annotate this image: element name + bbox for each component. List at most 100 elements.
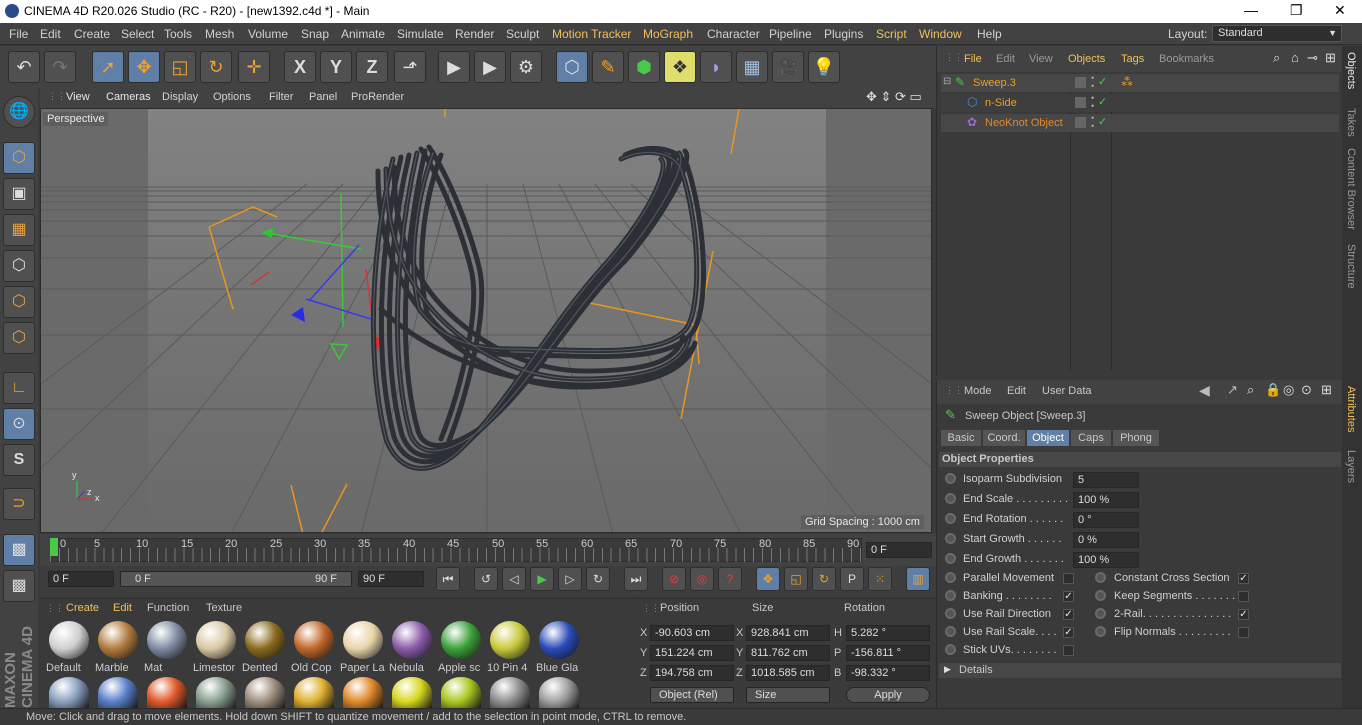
material-swatch[interactable]: Marble xyxy=(95,619,141,675)
right-tab-takes[interactable]: Takes xyxy=(1345,108,1357,137)
maximize-button[interactable]: ❐ xyxy=(1290,2,1303,19)
menu-volume[interactable]: Volume xyxy=(248,27,288,41)
up-arrow-icon[interactable]: ↗ xyxy=(1227,382,1238,398)
x-axis-lock-icon[interactable]: X xyxy=(284,51,316,83)
menu-pipeline[interactable]: Pipeline xyxy=(769,27,812,41)
lock-icon[interactable]: 🔒 xyxy=(1265,382,1281,398)
autokey-icon[interactable]: ◎ xyxy=(690,567,714,591)
animate-dot-icon[interactable] xyxy=(945,644,956,655)
mat-menu-texture[interactable]: Texture xyxy=(206,602,242,614)
go-to-start-icon[interactable]: ⏮ xyxy=(436,567,460,591)
rotation-h-field[interactable]: 5.282 ° xyxy=(846,625,930,641)
material-swatch[interactable]: Dented xyxy=(242,619,288,675)
material-swatch[interactable] xyxy=(147,677,187,709)
animate-dot-icon[interactable] xyxy=(1095,572,1106,583)
property-value-field[interactable]: 100 % xyxy=(1073,552,1139,568)
menu-edit[interactable]: Edit xyxy=(40,27,61,41)
material-swatch[interactable]: Old Cop xyxy=(291,619,337,675)
close-button[interactable]: ✕ xyxy=(1334,2,1346,19)
material-swatch[interactable]: Limestor xyxy=(193,619,239,675)
play-icon[interactable]: ▶ xyxy=(530,567,554,591)
animate-dot-icon[interactable] xyxy=(945,513,956,524)
move-tool-icon[interactable]: ✥ xyxy=(128,51,160,83)
right-tab-attributes[interactable]: Attributes xyxy=(1345,386,1357,432)
attr-new-window-icon[interactable]: ⊞ xyxy=(1321,382,1332,398)
cube-object-icon[interactable]: ⬡ xyxy=(556,51,588,83)
animate-dot-icon[interactable] xyxy=(945,590,956,601)
menu-help[interactable]: Help xyxy=(977,27,1002,41)
menu-window[interactable]: Window xyxy=(919,27,962,41)
mat-menu-edit[interactable]: Edit xyxy=(113,602,132,614)
checkbox[interactable]: ✓ xyxy=(1238,573,1249,584)
details-section[interactable]: ▶ Details xyxy=(939,663,1341,678)
menu-plugins[interactable]: Plugins xyxy=(824,27,863,41)
animate-dot-icon[interactable] xyxy=(945,608,956,619)
mat-menu-function[interactable]: Function xyxy=(147,602,189,614)
material-swatch[interactable] xyxy=(539,677,579,709)
visibility-dots-icon[interactable]: • • xyxy=(1091,94,1094,111)
position-y-field[interactable]: 151.224 cm xyxy=(650,645,734,661)
menu-select[interactable]: Select xyxy=(121,27,154,41)
object-row-neoknot[interactable]: ✿ NeoKnot Object • • ✓ xyxy=(941,114,1339,132)
animate-dot-icon[interactable] xyxy=(945,533,956,544)
snapping-icon[interactable]: ⊃ xyxy=(3,488,35,520)
material-swatch[interactable]: Default xyxy=(46,619,92,675)
edges-mode-icon[interactable]: ⬡ xyxy=(3,286,35,318)
vp-menu-options[interactable]: Options xyxy=(213,91,251,103)
workplane-mode-icon[interactable]: ▦ xyxy=(3,214,35,246)
right-tab-content-browser[interactable]: Content Browser xyxy=(1345,148,1357,230)
floor-icon[interactable]: ▦ xyxy=(736,51,768,83)
model-mode-icon[interactable]: ⬡ xyxy=(3,142,35,174)
obj-menu-file[interactable]: File xyxy=(964,53,982,65)
animate-dot-icon[interactable] xyxy=(945,473,956,484)
perspective-viewport[interactable]: Perspective y z x Grid Spacing : 1000 cm xyxy=(40,108,932,533)
vp-menu-cameras[interactable]: Cameras xyxy=(106,91,151,103)
material-swatch[interactable] xyxy=(294,677,334,709)
coordinate-system-icon[interactable]: ⬏ xyxy=(394,51,426,83)
obj-search-icon[interactable]: ⌕ xyxy=(1273,50,1280,66)
key-parameter-icon[interactable]: P xyxy=(840,567,864,591)
property-value-field[interactable]: 5 xyxy=(1073,472,1139,488)
record-active-icon[interactable]: ⊘ xyxy=(662,567,686,591)
animate-dot-icon[interactable] xyxy=(1095,626,1106,637)
keyframe-selection-icon[interactable]: ? xyxy=(718,567,742,591)
enabled-check-icon[interactable]: ✓ xyxy=(1098,95,1107,108)
material-swatch[interactable]: Apple sc xyxy=(438,619,484,675)
attr-menu-mode[interactable]: Mode xyxy=(964,385,992,397)
coord-size-mode-select[interactable]: Size xyxy=(746,687,830,703)
obj-new-window-icon[interactable]: ⊞ xyxy=(1325,50,1336,66)
make-editable-icon[interactable]: 🌐 xyxy=(3,96,35,128)
vp-menu-display[interactable]: Display xyxy=(162,91,198,103)
mat-menu-create[interactable]: Create xyxy=(66,602,99,614)
obj-home-icon[interactable]: ⌂ xyxy=(1291,50,1299,65)
light-icon[interactable]: 💡 xyxy=(808,51,840,83)
property-value-field[interactable]: 0 % xyxy=(1073,532,1139,548)
object-row-sweep[interactable]: ⊟ ✎ Sweep.3 • • ✓ ⁂ xyxy=(941,74,1339,92)
target-icon[interactable]: ◎ xyxy=(1283,382,1294,398)
tab-object[interactable]: Object xyxy=(1027,430,1069,446)
next-key-icon[interactable]: ↻ xyxy=(586,567,610,591)
tag-icon[interactable]: ⁂ xyxy=(1121,75,1133,89)
attr-menu-user-data[interactable]: User Data xyxy=(1042,385,1092,397)
coord-mode-select[interactable]: Object (Rel) xyxy=(650,687,734,703)
redo-icon[interactable]: ↷ xyxy=(44,51,76,83)
workplane-icon[interactable]: ▩ xyxy=(3,570,35,602)
axis-mode-icon[interactable]: ∟ xyxy=(3,372,35,404)
menu-animate[interactable]: Animate xyxy=(341,27,385,41)
deformer-icon[interactable]: ◗ xyxy=(700,51,732,83)
key-position-icon[interactable]: ✥ xyxy=(756,567,780,591)
camera-icon[interactable]: 🎥 xyxy=(772,51,804,83)
menu-mesh[interactable]: Mesh xyxy=(205,27,234,41)
layer-swatch[interactable] xyxy=(1075,117,1086,128)
start-frame-field[interactable]: 0 F xyxy=(48,571,114,587)
scale-tool-icon[interactable]: ◱ xyxy=(164,51,196,83)
polygons-mode-icon[interactable]: ⬡ xyxy=(3,322,35,354)
key-pla-icon[interactable]: ⁙ xyxy=(868,567,892,591)
z-axis-lock-icon[interactable]: Z xyxy=(356,51,388,83)
property-value-field[interactable]: 100 % xyxy=(1073,492,1139,508)
object-row-nside[interactable]: ⬡ n-Side • • ✓ xyxy=(941,94,1339,112)
position-x-field[interactable]: -90.603 cm xyxy=(650,625,734,641)
checkbox[interactable] xyxy=(1063,645,1074,656)
menu-sculpt[interactable]: Sculpt xyxy=(506,27,539,41)
checkbox[interactable] xyxy=(1238,591,1249,602)
